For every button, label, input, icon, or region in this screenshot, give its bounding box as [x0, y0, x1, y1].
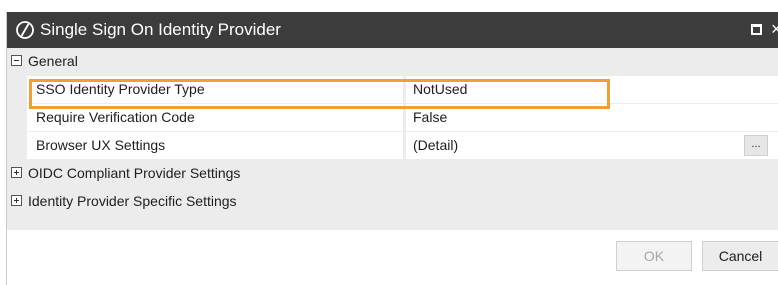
category-label: OIDC Compliant Provider Settings — [28, 165, 241, 181]
collapse-icon[interactable] — [11, 55, 22, 66]
property-name: SSO Identity Provider Type — [36, 81, 205, 97]
maximize-icon[interactable] — [751, 24, 762, 35]
property-name-cell[interactable]: SSO Identity Provider Type — [27, 76, 403, 103]
ok-button[interactable]: OK — [616, 241, 692, 271]
property-value: False — [413, 109, 448, 125]
circle-slash-icon — [16, 21, 34, 39]
cancel-button[interactable]: Cancel — [702, 241, 778, 271]
title-bar[interactable]: Single Sign On Identity Provider × — [7, 12, 778, 48]
category-label: Identity Provider Specific Settings — [28, 193, 237, 209]
property-name: Require Verification Code — [36, 109, 195, 125]
property-row-require-verification-code: Require Verification Code False — [27, 104, 778, 132]
category-label: General — [28, 53, 78, 69]
property-value-cell[interactable]: (Detail) — [406, 132, 778, 159]
property-value-cell[interactable]: False — [406, 104, 778, 131]
property-value: (Detail) — [413, 137, 459, 153]
property-name: Browser UX Settings — [36, 137, 166, 153]
property-grid: General SSO Identity Provider Type NotUs… — [7, 48, 778, 230]
property-name-cell[interactable]: Require Verification Code — [27, 104, 403, 131]
property-row-browser-ux-settings: Browser UX Settings (Detail) ... — [27, 132, 778, 160]
property-value-cell[interactable]: NotUsed — [406, 76, 778, 103]
close-icon[interactable]: × — [771, 18, 778, 40]
expand-icon[interactable] — [11, 195, 22, 206]
ellipsis-button[interactable]: ... — [744, 135, 768, 156]
category-identity-provider-specific-settings[interactable]: Identity Provider Specific Settings — [7, 188, 778, 214]
property-row-sso-identity-provider-type: SSO Identity Provider Type NotUsed — [27, 76, 778, 104]
property-value: NotUsed — [413, 81, 468, 97]
property-name-cell[interactable]: Browser UX Settings — [27, 132, 403, 159]
window-title: Single Sign On Identity Provider — [40, 20, 281, 39]
expand-icon[interactable] — [11, 167, 22, 178]
category-general[interactable]: General — [7, 48, 778, 74]
category-oidc-compliant-provider-settings[interactable]: OIDC Compliant Provider Settings — [7, 160, 778, 186]
sso-identity-provider-dialog: Single Sign On Identity Provider × Gener… — [6, 12, 778, 285]
